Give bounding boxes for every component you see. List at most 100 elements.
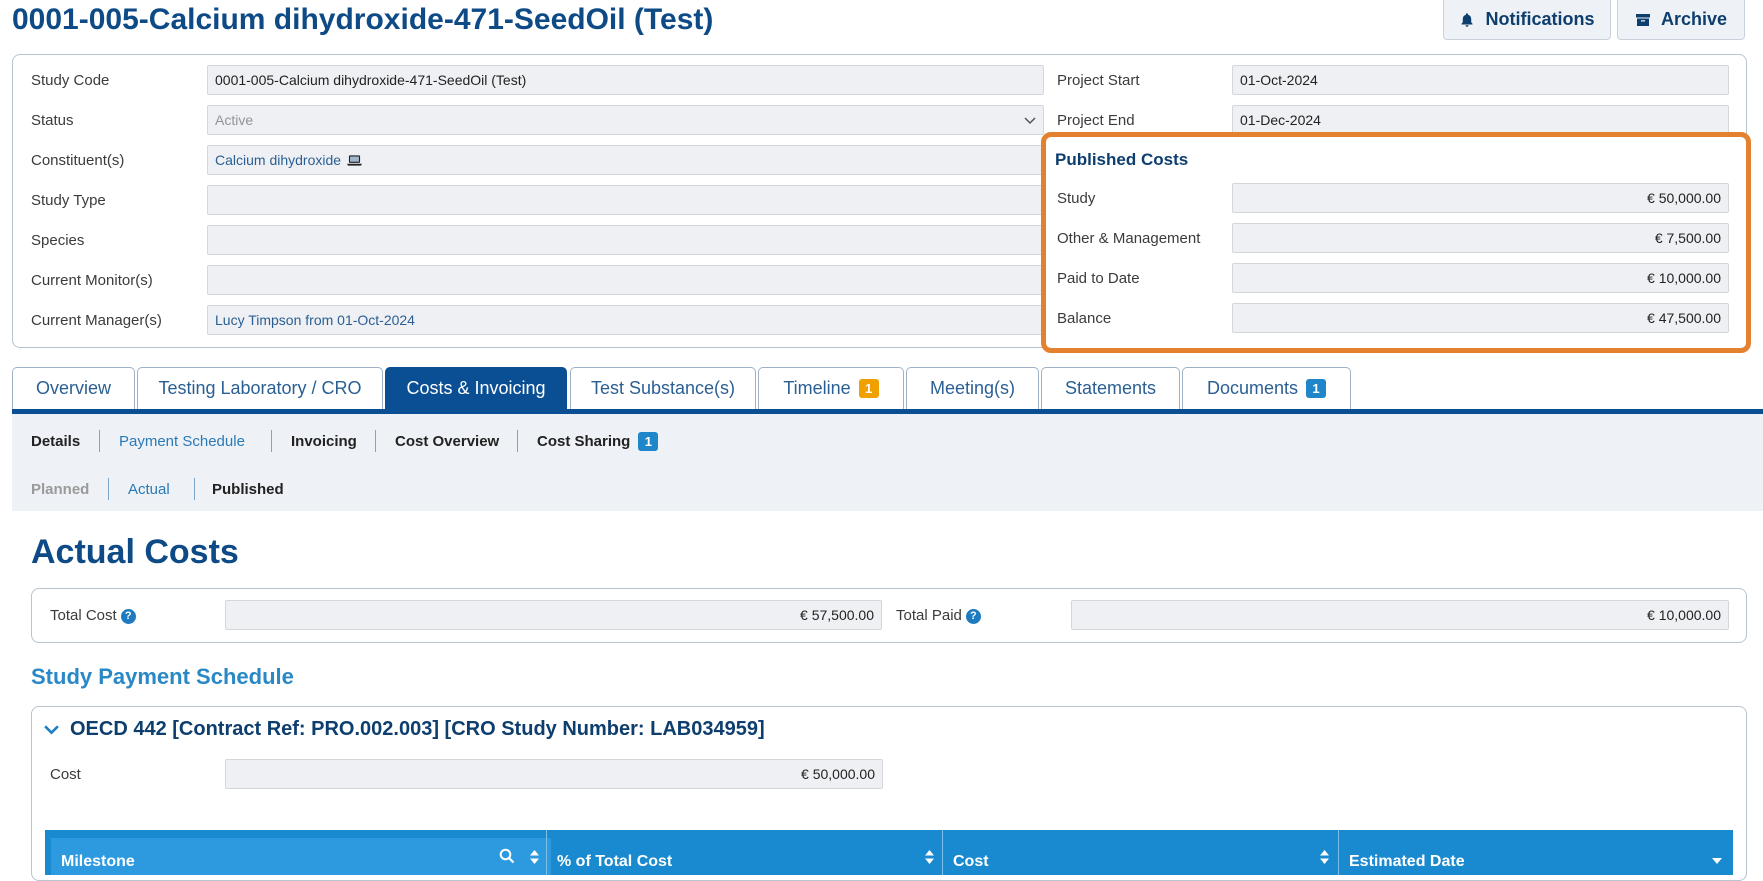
tab-test-substances[interactable]: Test Substance(s)	[570, 367, 756, 409]
tab-meetings[interactable]: Meeting(s)	[906, 367, 1039, 409]
timeline-badge: 1	[858, 379, 879, 398]
divider	[108, 478, 109, 500]
constituent-link[interactable]: Calcium dihydroxide	[215, 152, 341, 168]
pub-paid-label: Paid to Date	[1057, 270, 1140, 287]
cost-tab-published[interactable]: Published	[212, 478, 284, 500]
schedule-cost-label: Cost	[50, 766, 81, 783]
pub-balance-field[interactable]: € 47,500.00	[1232, 303, 1729, 333]
sort-icon[interactable]	[529, 849, 540, 865]
actual-costs-heading: Actual Costs	[31, 533, 239, 571]
total-cost-label: Total Cost?	[50, 607, 136, 624]
search-icon[interactable]	[499, 848, 515, 864]
constituents-field[interactable]: Calcium dihydroxide	[207, 145, 1057, 175]
bell-icon	[1461, 12, 1473, 27]
divider	[375, 430, 376, 452]
species-label: Species	[31, 232, 85, 249]
tab-overview[interactable]: Overview	[12, 367, 135, 409]
sort-icon[interactable]	[1319, 849, 1330, 865]
tab-costs-invoicing[interactable]: Costs & Invoicing	[385, 367, 567, 409]
sort-icon[interactable]	[924, 849, 935, 865]
subtab-cost-sharing[interactable]: Cost Sharing 1	[537, 430, 659, 452]
study-type-field[interactable]	[207, 185, 1057, 215]
project-end-label: Project End	[1057, 112, 1135, 129]
cost-tab-planned[interactable]: Planned	[31, 478, 89, 500]
subtab-details[interactable]: Details	[31, 430, 80, 452]
total-paid-field[interactable]: € 10,000.00	[1071, 600, 1729, 630]
total-paid-text: Total Paid	[896, 607, 962, 624]
tab-documents[interactable]: Documents 1	[1182, 367, 1351, 409]
pub-balance-label: Balance	[1057, 310, 1112, 327]
archive-icon	[1635, 13, 1650, 26]
status-value: Active	[215, 112, 254, 128]
project-end-field[interactable]: 01-Dec-2024	[1232, 105, 1729, 135]
cost-tab-actual[interactable]: Actual	[128, 478, 170, 500]
laptop-icon	[347, 154, 362, 166]
study-code-label: Study Code	[31, 72, 110, 89]
column-label: % of Total Cost	[557, 853, 673, 870]
published-costs-title: Published Costs	[1055, 150, 1189, 169]
managers-label: Current Manager(s)	[31, 312, 162, 329]
species-field[interactable]	[207, 225, 1057, 255]
chevron-down-icon	[1024, 117, 1036, 125]
total-paid-label: Total Paid?	[896, 607, 981, 624]
subtab-invoicing[interactable]: Invoicing	[291, 430, 357, 452]
monitors-field[interactable]	[207, 265, 1057, 295]
tab-label: Statements	[1064, 378, 1157, 398]
study-type-label: Study Type	[31, 192, 106, 209]
total-cost-text: Total Cost	[50, 607, 117, 624]
column-label: Estimated Date	[1349, 853, 1465, 870]
project-start-label: Project Start	[1057, 72, 1140, 89]
tab-label: Meeting(s)	[929, 378, 1016, 398]
milestones-grid-header: Milestone % of Total Cost Cost Estimated…	[45, 830, 1733, 875]
tab-label: Test Substance(s)	[590, 378, 736, 398]
sort-descending-icon[interactable]	[1711, 856, 1723, 866]
pub-paid-field[interactable]: € 10,000.00	[1232, 263, 1729, 293]
divider	[271, 430, 272, 452]
pub-study-field[interactable]: € 50,000.00	[1232, 183, 1729, 213]
column-milestone[interactable]: Milestone	[51, 838, 551, 875]
pub-study-label: Study	[1057, 190, 1096, 207]
column-cost[interactable]: Cost	[943, 830, 1338, 875]
payment-schedule-heading: Study Payment Schedule	[31, 664, 294, 689]
total-cost-field[interactable]: € 57,500.00	[225, 600, 882, 630]
tab-label: Documents	[1206, 378, 1299, 398]
notifications-button[interactable]: Notifications	[1443, 0, 1611, 40]
column-label: Cost	[953, 853, 989, 870]
tab-label: Overview	[35, 378, 111, 398]
divider	[99, 430, 100, 452]
pub-other-label: Other & Management	[1057, 230, 1201, 247]
schedule-item-title: OECD 442 [Contract Ref: PRO.002.003] [CR…	[70, 718, 765, 740]
column-percent-total-cost[interactable]: % of Total Cost	[547, 830, 942, 875]
column-label: Milestone	[61, 853, 135, 870]
subtab-payment-schedule[interactable]: Payment Schedule	[119, 430, 245, 452]
subtab-cost-overview[interactable]: Cost Overview	[395, 430, 499, 452]
page-title: 0001-005-Calcium dihydroxide-471-SeedOil…	[12, 3, 714, 36]
divider	[517, 430, 518, 452]
tab-label: Timeline	[783, 378, 851, 398]
subtab-label: Cost Sharing	[537, 432, 631, 450]
schedule-item-header[interactable]: OECD 442 [Contract Ref: PRO.002.003] [CR…	[43, 718, 765, 741]
status-select[interactable]: Active	[207, 105, 1044, 135]
tab-label: Costs & Invoicing	[406, 378, 546, 398]
project-start-field[interactable]: 01-Oct-2024	[1232, 65, 1729, 95]
tab-statements[interactable]: Statements	[1041, 367, 1180, 409]
divider	[194, 478, 195, 500]
status-label: Status	[31, 112, 74, 129]
tab-testing-laboratory[interactable]: Testing Laboratory / CRO	[137, 367, 383, 409]
monitors-label: Current Monitor(s)	[31, 272, 153, 289]
documents-badge: 1	[1306, 379, 1327, 398]
schedule-cost-field[interactable]: € 50,000.00	[225, 759, 883, 789]
help-icon[interactable]: ?	[120, 608, 136, 624]
cost-sharing-badge: 1	[638, 431, 659, 451]
tab-label: Testing Laboratory / CRO	[158, 378, 362, 398]
tab-timeline[interactable]: Timeline 1	[758, 367, 904, 409]
column-estimated-date[interactable]: Estimated Date	[1339, 830, 1733, 875]
pub-other-field[interactable]: € 7,500.00	[1232, 223, 1729, 253]
constituents-label: Constituent(s)	[31, 152, 125, 169]
study-code-field[interactable]: 0001-005-Calcium dihydroxide-471-SeedOil…	[207, 65, 1044, 95]
archive-button[interactable]: Archive	[1617, 0, 1745, 40]
managers-field[interactable]: Lucy Timpson from 01-Oct-2024	[207, 305, 1057, 335]
help-icon[interactable]: ?	[965, 608, 981, 624]
chevron-down-icon	[44, 725, 59, 735]
archive-label: Archive	[1660, 9, 1728, 29]
